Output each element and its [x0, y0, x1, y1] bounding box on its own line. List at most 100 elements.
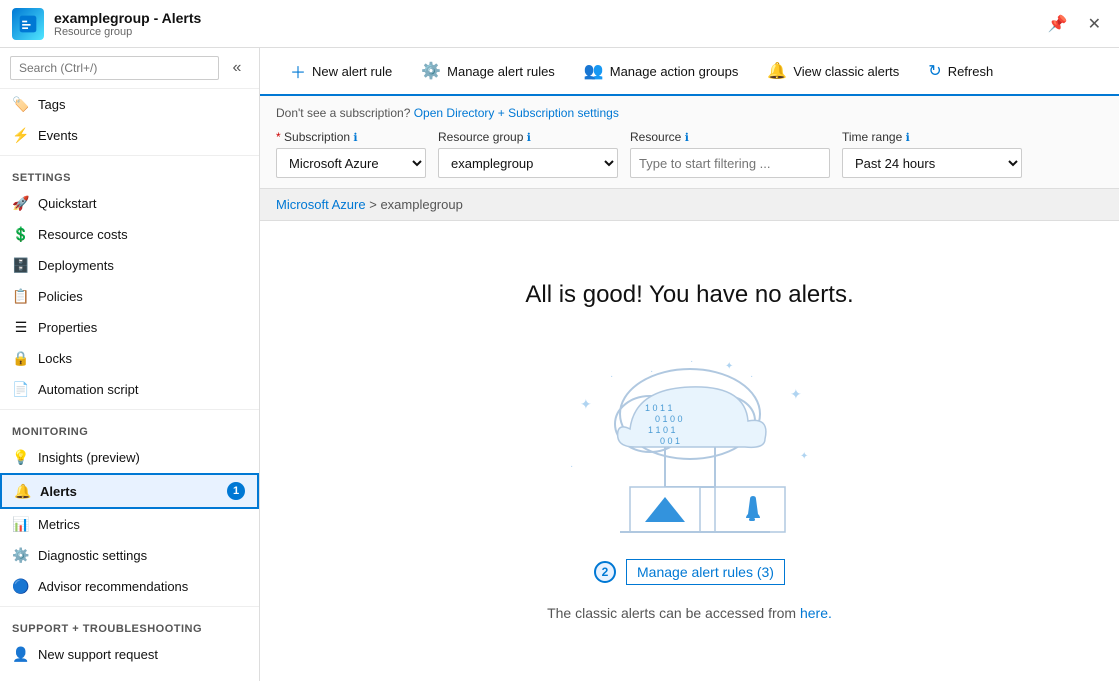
sidebar-item-alerts[interactable]: 🔔 Alerts 1 — [0, 473, 259, 509]
insights-icon: 💡 — [12, 449, 30, 466]
sidebar-section-monitoring: Monitoring — [0, 418, 259, 442]
sidebar-item-events[interactable]: ⚡ Events — [0, 120, 259, 151]
sidebar-item-label: Metrics — [38, 517, 80, 532]
resource-group-filter: Resource group ℹ examplegroup — [438, 130, 618, 178]
content-area: ＋ New alert rule ⚙️ Manage alert rules 👥… — [260, 48, 1119, 681]
resource-group-select[interactable]: examplegroup — [438, 148, 618, 178]
sidebar-item-policies[interactable]: 📋 Policies — [0, 281, 259, 312]
svg-text:✦: ✦ — [725, 361, 733, 372]
subscription-note: Don't see a subscription? Open Directory… — [276, 106, 1103, 120]
app-icon — [12, 8, 44, 40]
sidebar-item-label: Resource costs — [38, 227, 128, 242]
new-alert-rule-button[interactable]: ＋ New alert rule — [276, 48, 407, 94]
view-classic-alerts-button[interactable]: 🔔 View classic alerts — [753, 48, 914, 94]
classic-alerts-text: The classic alerts can be accessed from … — [547, 605, 832, 621]
tr-info-icon: ℹ — [906, 132, 910, 144]
divider-support — [0, 606, 259, 607]
svg-text:·: · — [610, 371, 613, 382]
diagnostic-icon: ⚙️ — [12, 547, 30, 564]
sidebar-item-locks[interactable]: 🔒 Locks — [0, 343, 259, 374]
subscription-select[interactable]: Microsoft Azure — [276, 148, 426, 178]
sidebar-item-label: Properties — [38, 320, 97, 335]
sub-info-icon: ℹ — [353, 132, 357, 144]
resource-group-label: Resource group ℹ — [438, 130, 618, 144]
sidebar-item-new-support[interactable]: 👤 New support request — [0, 639, 259, 670]
main-content: All is good! You have no alerts. ✦ ✦ · ·… — [260, 221, 1119, 681]
sidebar-item-label: Locks — [38, 351, 72, 366]
plus-icon: ＋ — [290, 59, 306, 83]
sidebar-item-label: Diagnostic settings — [38, 548, 147, 563]
sidebar-item-deployments[interactable]: 🗄️ Deployments — [0, 250, 259, 281]
no-alerts-illustration: ✦ ✦ · · ✦ · · · ✦ 1 0 1 1 — [550, 339, 830, 539]
svg-text:·: · — [690, 356, 693, 367]
svg-text:✦: ✦ — [790, 386, 802, 402]
sidebar-item-label: Insights (preview) — [38, 450, 140, 465]
properties-icon: ☰ — [12, 319, 30, 336]
sidebar-item-quickstart[interactable]: 🚀 Quickstart — [0, 188, 259, 219]
manage-link-badge: 2 — [594, 561, 616, 583]
sidebar-item-label: Quickstart — [38, 196, 97, 211]
svg-text:1 0 1 1: 1 0 1 1 — [645, 403, 673, 413]
pin-icon[interactable]: 📌 — [1042, 12, 1074, 36]
sidebar-collapse-button[interactable]: « — [225, 56, 249, 80]
svg-text:✦: ✦ — [800, 451, 808, 462]
sidebar-item-label: Tags — [38, 97, 65, 112]
sidebar-item-advisor-recommendations[interactable]: 🔵 Advisor recommendations — [0, 571, 259, 602]
manage-alert-rules-button[interactable]: ⚙️ Manage alert rules — [407, 48, 570, 94]
divider-monitoring — [0, 409, 259, 410]
bell-icon: 🔔 — [767, 61, 787, 81]
subscription-label: * Subscription ℹ — [276, 130, 426, 144]
svg-text:·: · — [750, 371, 753, 382]
close-icon[interactable]: ✕ — [1082, 12, 1107, 36]
res-info-icon: ℹ — [685, 132, 689, 144]
filter-row: * Subscription ℹ Microsoft Azure Resourc… — [276, 130, 1103, 178]
manage-alert-rules-label: Manage alert rules — [447, 64, 555, 79]
sidebar-item-properties[interactable]: ☰ Properties — [0, 312, 259, 343]
app-name: examplegroup - Alerts — [54, 10, 1042, 26]
filter-bar: Don't see a subscription? Open Directory… — [260, 96, 1119, 189]
refresh-icon: ↻ — [928, 61, 941, 81]
title-bar: examplegroup - Alerts Resource group 📌 ✕ — [0, 0, 1119, 48]
manage-alert-rules-link[interactable]: Manage alert rules (3) — [626, 559, 785, 585]
manage-action-groups-label: Manage action groups — [610, 64, 739, 79]
sidebar-item-automation-script[interactable]: 📄 Automation script — [0, 374, 259, 405]
resource-filter: Resource ℹ — [630, 130, 830, 178]
sidebar: « 🏷️ Tags ⚡ Events Settings 🚀 Quickstart… — [0, 48, 260, 681]
sidebar-item-tags[interactable]: 🏷️ Tags — [0, 89, 259, 120]
app-subtitle: Resource group — [54, 26, 1042, 38]
svg-text:1 1 0 1: 1 1 0 1 — [648, 425, 676, 435]
svg-text:0 0 1: 0 0 1 — [660, 436, 680, 446]
refresh-button[interactable]: ↻ Refresh — [914, 48, 1008, 94]
sidebar-item-label: Policies — [38, 289, 83, 304]
main-layout: « 🏷️ Tags ⚡ Events Settings 🚀 Quickstart… — [0, 48, 1119, 681]
metrics-icon: 📊 — [12, 516, 30, 533]
manage-action-groups-button[interactable]: 👥 Manage action groups — [570, 48, 754, 94]
sidebar-item-insights[interactable]: 💡 Insights (preview) — [0, 442, 259, 473]
divider-settings — [0, 155, 259, 156]
alerts-icon: 🔔 — [14, 483, 32, 500]
time-range-select[interactable]: Past 24 hours — [842, 148, 1022, 178]
sidebar-item-diagnostic-settings[interactable]: ⚙️ Diagnostic settings — [0, 540, 259, 571]
title-bar-controls: 📌 ✕ — [1042, 12, 1107, 36]
sidebar-item-label: Deployments — [38, 258, 114, 273]
deployments-icon: 🗄️ — [12, 257, 30, 274]
breadcrumb-parent[interactable]: Microsoft Azure — [276, 197, 366, 212]
rg-info-icon: ℹ — [527, 132, 531, 144]
sidebar-item-label: Alerts — [40, 484, 215, 499]
resource-input[interactable] — [630, 148, 830, 178]
quickstart-icon: 🚀 — [12, 195, 30, 212]
breadcrumb-separator: > — [369, 197, 380, 212]
support-icon: 👤 — [12, 646, 30, 663]
locks-icon: 🔒 — [12, 350, 30, 367]
classic-alerts-link[interactable]: here. — [800, 605, 832, 621]
toolbar: ＋ New alert rule ⚙️ Manage alert rules 👥… — [260, 48, 1119, 96]
time-range-filter: Time range ℹ Past 24 hours — [842, 130, 1022, 178]
search-input[interactable] — [10, 56, 219, 80]
svg-text:·: · — [570, 461, 573, 472]
sidebar-item-label: Events — [38, 128, 78, 143]
subscription-settings-link[interactable]: Open Directory + Subscription settings — [414, 106, 619, 120]
resource-costs-icon: 💲 — [12, 226, 30, 243]
sidebar-item-metrics[interactable]: 📊 Metrics — [0, 509, 259, 540]
policies-icon: 📋 — [12, 288, 30, 305]
sidebar-item-resource-costs[interactable]: 💲 Resource costs — [0, 219, 259, 250]
